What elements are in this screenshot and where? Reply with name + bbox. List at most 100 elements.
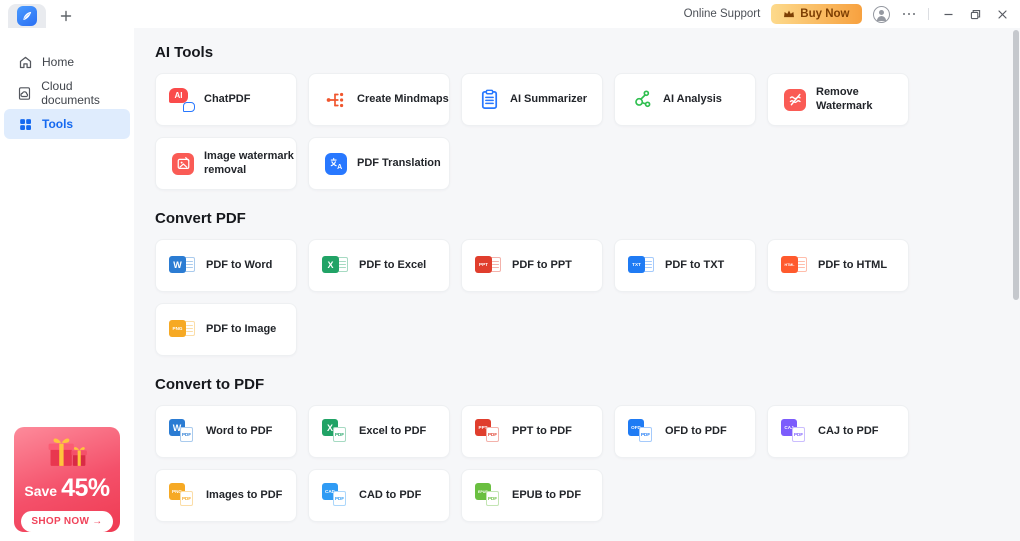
app-body: Home Cloud documents Tools Save 45% SHOP… (0, 28, 1020, 541)
gift-icon (48, 438, 87, 466)
tool-card-label: Word to PDF (206, 424, 273, 437)
sidebar-item-label: Home (42, 55, 75, 69)
tool-card-chatpdf[interactable]: AI ChatPDF (155, 73, 297, 126)
svg-text:A: A (337, 164, 342, 171)
image-watermark-removal-icon (169, 151, 197, 177)
titlebar: Online Support Buy Now (0, 0, 1020, 28)
word-to-pdf-icon: W PDF (169, 419, 199, 444)
sidebar-nav: Home Cloud documents Tools (0, 28, 134, 139)
tool-sections: AI Tools AI ChatPDF Create Mindmaps AI Summa… (155, 44, 1020, 522)
tool-card-label: PDF to PPT (512, 258, 572, 271)
tool-card-remove-watermark[interactable]: Remove Watermark (767, 73, 909, 126)
tool-card-create-mindmaps[interactable]: Create Mindmaps (308, 73, 450, 126)
more-menu-button[interactable] (901, 11, 918, 18)
tool-card-epub-to-pdf[interactable]: EPUB PDF EPUB to PDF (461, 469, 603, 522)
epub-to-pdf-icon: EPUB PDF (475, 483, 505, 508)
create-mindmaps-icon (322, 87, 350, 113)
section-convert-to-pdf: Convert to PDF W PDF Word to PDF X PDF Excel t… (155, 376, 1020, 522)
shop-now-button[interactable]: SHOP NOW → (21, 510, 113, 532)
tool-card-pdf-to-ppt[interactable]: PPT PDF to PPT (461, 239, 603, 292)
buy-now-label: Buy Now (800, 8, 850, 20)
tool-card-label: PDF to TXT (665, 258, 725, 271)
tool-card-label: Image watermark removal (204, 149, 294, 176)
tool-card-ppt-to-pdf[interactable]: PPT PDF PPT to PDF (461, 405, 603, 458)
tool-card-label: Excel to PDF (359, 424, 427, 437)
tool-grid: AI ChatPDF Create Mindmaps AI Summarizer AI … (155, 73, 1020, 190)
tool-card-caj-to-pdf[interactable]: CAJ PDF CAJ to PDF (767, 405, 909, 458)
pdf-translation-icon: A (322, 151, 350, 177)
tool-card-label: CAD to PDF (359, 488, 422, 501)
pdf-to-ppt-icon: PPT (475, 253, 505, 278)
excel-to-pdf-icon: X PDF (322, 419, 352, 444)
sidebar: Home Cloud documents Tools Save 45% SHOP… (0, 28, 134, 541)
app-logo-icon (17, 6, 37, 26)
restore-button[interactable] (967, 6, 983, 22)
sidebar-item-label: Tools (42, 117, 74, 131)
tool-card-image-watermark-removal[interactable]: Image watermark removal (155, 137, 297, 190)
tool-card-label: OFD to PDF (665, 424, 727, 437)
new-tab-button[interactable] (60, 4, 72, 28)
tool-card-label: AI Summarizer (510, 92, 588, 105)
pdf-to-html-icon: HTML (781, 253, 811, 278)
tool-card-images-to-pdf[interactable]: PNG PDF Images to PDF (155, 469, 297, 522)
account-avatar[interactable] (872, 5, 890, 23)
tool-card-pdf-to-html[interactable]: HTML PDF to HTML (767, 239, 909, 292)
ppt-to-pdf-icon: PPT PDF (475, 419, 505, 444)
pdf-to-word-icon: W (169, 253, 199, 278)
app-tab[interactable] (8, 4, 46, 28)
section-title: Convert PDF (155, 210, 246, 227)
tool-card-pdf-to-txt[interactable]: TXT PDF to TXT (614, 239, 756, 292)
sidebar-item-label: Cloud documents (41, 79, 100, 107)
promo-banner[interactable]: Save 45% SHOP NOW → (14, 427, 120, 532)
tool-card-label: PPT to PDF (512, 424, 572, 437)
pdf-to-excel-icon: X (322, 253, 352, 278)
promo-save-label: Save (24, 482, 58, 499)
app-window: Online Support Buy Now Home Cloud docume… (0, 0, 1020, 541)
tool-card-pdf-translation[interactable]: A PDF Translation (308, 137, 450, 190)
minimize-button[interactable] (940, 6, 956, 22)
ai-analysis-icon (628, 87, 656, 113)
images-to-pdf-icon: PNG PDF (169, 483, 199, 508)
tool-card-ai-summarizer[interactable]: AI Summarizer (461, 73, 603, 126)
sidebar-item-home[interactable]: Home (4, 47, 130, 77)
tool-card-ai-analysis[interactable]: AI Analysis (614, 73, 756, 126)
tool-card-label: EPUB to PDF (512, 488, 582, 501)
scrollbar (1012, 28, 1020, 541)
tool-card-label: PDF to Excel (359, 258, 427, 271)
tool-card-label: PDF to Word (206, 258, 273, 271)
promo-discount: 45% (61, 473, 110, 502)
tool-card-cad-to-pdf[interactable]: CAD PDF CAD to PDF (308, 469, 450, 522)
tool-card-label: CAJ to PDF (818, 424, 879, 437)
sidebar-item-cloud-documents[interactable]: Cloud documents (4, 78, 130, 108)
tool-card-label: Images to PDF (206, 488, 283, 501)
scrollbar-thumb[interactable] (1013, 30, 1019, 300)
sidebar-item-tools[interactable]: Tools (4, 109, 130, 139)
cloud-document-icon (17, 85, 32, 101)
tool-card-ofd-to-pdf[interactable]: OFD PDF OFD to PDF (614, 405, 756, 458)
caj-to-pdf-icon: CAJ PDF (781, 419, 811, 444)
buy-now-button[interactable]: Buy Now (771, 4, 862, 24)
tool-card-label: AI Analysis (663, 92, 722, 105)
tool-card-label: Remove Watermark (816, 85, 873, 112)
tool-grid: W PDF to Word X PDF to Excel PPT PDF to PPT TX… (155, 239, 1020, 356)
tool-card-label: Create Mindmaps (357, 92, 449, 105)
online-support-link[interactable]: Online Support (684, 8, 761, 20)
pdf-to-txt-icon: TXT (628, 253, 658, 278)
section-convert-pdf: Convert PDF W PDF to Word X PDF to Excel PPT P… (155, 210, 1020, 356)
tool-card-label: PDF to Image (206, 322, 277, 335)
tool-card-word-to-pdf[interactable]: W PDF Word to PDF (155, 405, 297, 458)
tool-card-pdf-to-image[interactable]: PNG PDF to Image (155, 303, 297, 356)
tool-card-pdf-to-word[interactable]: W PDF to Word (155, 239, 297, 292)
tool-grid: W PDF Word to PDF X PDF Excel to PDF PPT PDF PPT… (155, 405, 1020, 522)
tool-card-pdf-to-excel[interactable]: X PDF to Excel (308, 239, 450, 292)
close-button[interactable] (994, 6, 1010, 22)
home-icon (17, 54, 33, 70)
tool-card-label: PDF to HTML (818, 258, 888, 271)
tool-card-label: PDF Translation (357, 156, 441, 169)
remove-watermark-icon (781, 87, 809, 113)
tools-grid-icon (17, 116, 33, 132)
section-title: Convert to PDF (155, 376, 265, 393)
tool-card-label: ChatPDF (204, 92, 251, 105)
main-content: AI Tools AI ChatPDF Create Mindmaps AI Summa… (134, 28, 1020, 541)
tool-card-excel-to-pdf[interactable]: X PDF Excel to PDF (308, 405, 450, 458)
